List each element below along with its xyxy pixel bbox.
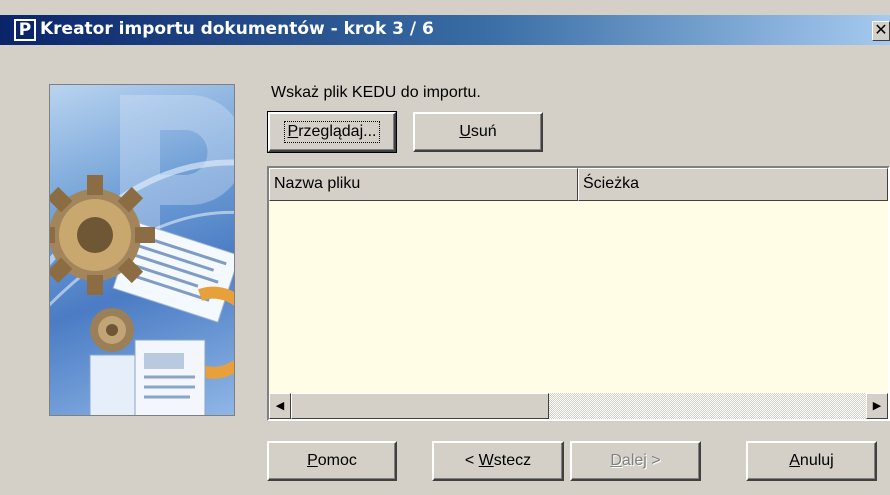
close-icon[interactable]: ✕ <box>872 21 890 41</box>
file-list[interactable]: Nazwa pliku Ścieżka ◀ ▶ <box>267 166 890 421</box>
title-bar[interactable]: P Kreator importu dokumentów - krok 3 / … <box>0 15 890 45</box>
instruction-text: Wskaż plik KEDU do importu. <box>271 84 481 101</box>
app-logo-icon: P <box>14 19 36 41</box>
cancel-button[interactable]: Anuluj <box>746 441 877 481</box>
import-wizard-dialog: P Kreator importu dokumentów - krok 3 / … <box>0 0 890 495</box>
next-button[interactable]: Dalej > <box>570 441 701 481</box>
scrollbar-thumb[interactable] <box>291 393 549 419</box>
scroll-right-icon[interactable]: ▶ <box>866 393 888 419</box>
wizard-illustration <box>49 84 235 416</box>
back-button[interactable]: < Wstecz <box>432 441 564 481</box>
scroll-left-icon[interactable]: ◀ <box>269 393 291 419</box>
browse-button[interactable]: Przeglądaj... <box>267 111 397 153</box>
column-header-path[interactable]: Ścieżka <box>578 168 888 201</box>
file-list-header: Nazwa pliku Ścieżka <box>269 168 888 201</box>
horizontal-scrollbar[interactable]: ◀ ▶ <box>269 393 888 419</box>
window-title: Kreator importu dokumentów - krok 3 / 6 <box>40 19 434 39</box>
help-button[interactable]: Pomoc <box>267 441 397 481</box>
remove-button[interactable]: Usuń <box>413 112 543 152</box>
column-header-file-name[interactable]: Nazwa pliku <box>269 168 578 201</box>
file-list-body[interactable] <box>269 201 888 393</box>
